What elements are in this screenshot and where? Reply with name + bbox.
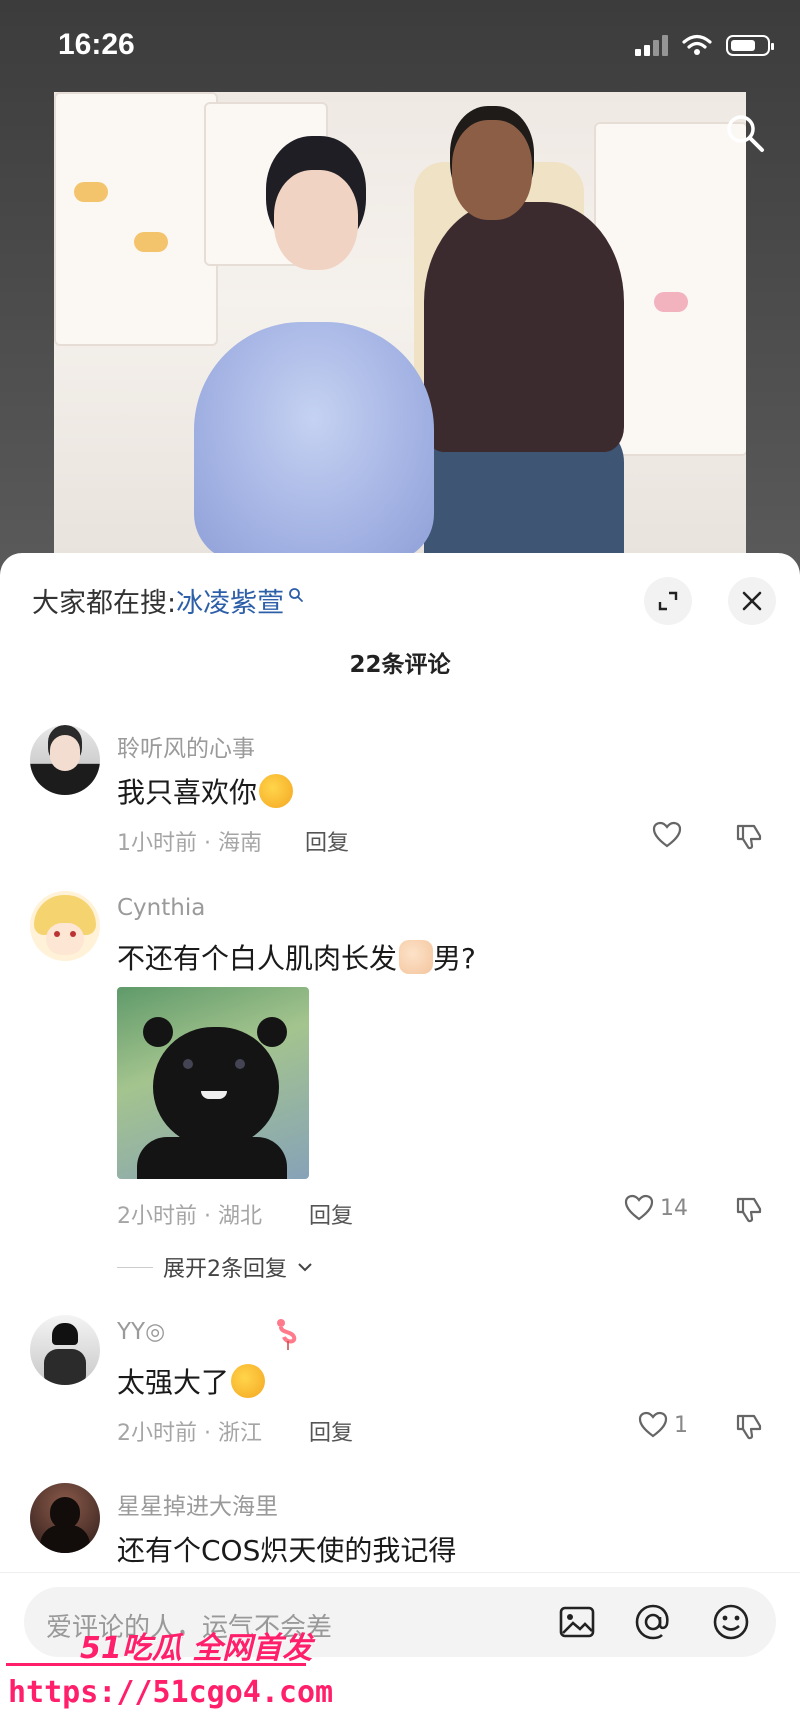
video-frame[interactable] bbox=[54, 92, 746, 554]
expand-replies-button[interactable]: 展开2条回复 bbox=[117, 1251, 313, 1283]
comment-text: 我只喜欢你 bbox=[117, 771, 294, 811]
like-button[interactable]: 1 bbox=[638, 1411, 688, 1439]
comment-item: 星星掉进大海里 还有个COS炽天使的我记得 bbox=[0, 1483, 800, 1583]
comment-item: 聆听风的心事 我只喜欢你 1小时前 · 海南 回复 bbox=[0, 725, 800, 865]
close-button[interactable] bbox=[728, 577, 776, 625]
avatar[interactable] bbox=[30, 1315, 100, 1385]
expand-replies-label: 展开2条回复 bbox=[163, 1257, 287, 1282]
expand-icon bbox=[658, 591, 678, 611]
comment-sticker-image[interactable] bbox=[117, 987, 309, 1179]
like-count: 14 bbox=[660, 1195, 688, 1221]
watermark-underline bbox=[6, 1663, 306, 1666]
crying-laughing-emoji-icon bbox=[231, 1364, 266, 1398]
search-icon bbox=[289, 587, 304, 602]
like-button[interactable]: 14 bbox=[624, 1194, 688, 1222]
search-icon[interactable] bbox=[724, 112, 766, 154]
battery-icon bbox=[726, 34, 774, 56]
signal-icon bbox=[635, 34, 668, 56]
status-icons bbox=[635, 34, 774, 56]
image-icon[interactable] bbox=[556, 1601, 598, 1643]
emoji-icon[interactable] bbox=[710, 1601, 752, 1643]
comment-username[interactable]: 星星掉进大海里 bbox=[117, 1487, 278, 1521]
hot-search-keyword[interactable]: 冰凌紫萱 bbox=[176, 581, 284, 620]
avatar[interactable] bbox=[30, 1483, 100, 1553]
reply-button[interactable]: 回复 bbox=[305, 825, 349, 857]
flexed-biceps-emoji-icon bbox=[399, 940, 434, 974]
avatar[interactable] bbox=[30, 891, 100, 961]
chevron-down-icon bbox=[298, 1263, 312, 1272]
comment-username[interactable]: 聆听风的心事 bbox=[117, 729, 255, 763]
comment-time-location: 2小时前 · 湖北 bbox=[117, 1204, 262, 1229]
heart-icon bbox=[624, 1194, 654, 1221]
comment-text: 还有个COS炽天使的我记得 bbox=[117, 1529, 456, 1569]
comment-username[interactable]: Cynthia bbox=[117, 895, 205, 921]
comment-text-body: 我只喜欢你 bbox=[117, 776, 258, 809]
status-time: 16:26 bbox=[58, 28, 135, 61]
hot-search[interactable]: 大家都在搜: 冰凌紫萱 bbox=[32, 581, 304, 620]
heart-icon bbox=[638, 1411, 668, 1438]
thumbs-down-icon[interactable] bbox=[734, 1411, 764, 1441]
at-icon[interactable] bbox=[632, 1601, 674, 1643]
comment-text: 不还有个白人肌肉长发 男? bbox=[117, 937, 476, 977]
heart-icon bbox=[652, 821, 682, 848]
comments-sheet: 大家都在搜: 冰凌紫萱 22条评论 聆听风的心事 我只喜欢你 1小时前 · 海南… bbox=[0, 553, 800, 1731]
comment-text-body: 不还有个白人肌肉长发 bbox=[117, 942, 398, 975]
comment-time-location: 1小时前 · 海南 bbox=[117, 831, 262, 856]
flamingo-icon bbox=[277, 1319, 297, 1350]
comment-item: YY◎ 太强大了 2小时前 · 浙江 回复 1 bbox=[0, 1315, 800, 1475]
comment-item: Cynthia 不还有个白人肌肉长发 男? 2小时前 · 湖北 回复 14 展开… bbox=[0, 891, 800, 1282]
comment-time-location: 2小时前 · 浙江 bbox=[117, 1421, 262, 1446]
reply-button[interactable]: 回复 bbox=[309, 1415, 353, 1447]
thumbs-down-icon[interactable] bbox=[734, 1194, 764, 1224]
avatar[interactable] bbox=[30, 725, 100, 795]
comment-username[interactable]: YY◎ bbox=[117, 1319, 165, 1345]
watermark-logo: 51吃瓜 全网首发 bbox=[80, 1631, 313, 1666]
comment-text-body: 太强大了 bbox=[117, 1366, 230, 1399]
comment-text: 太强大了 bbox=[117, 1361, 266, 1401]
divider bbox=[117, 1266, 153, 1268]
thumbs-down-icon[interactable] bbox=[734, 821, 764, 851]
shy-emoji-icon bbox=[259, 774, 294, 808]
like-button[interactable] bbox=[652, 821, 688, 849]
status-bar: 16:26 bbox=[0, 0, 800, 90]
wifi-icon bbox=[682, 34, 712, 55]
hot-search-prefix: 大家都在搜: bbox=[32, 588, 177, 619]
expand-button[interactable] bbox=[644, 577, 692, 625]
comment-text-body: 还有个COS炽天使的我记得 bbox=[117, 1534, 457, 1567]
close-icon bbox=[742, 591, 762, 611]
watermark-url: https://51cgo4.com bbox=[8, 1675, 334, 1710]
like-count: 1 bbox=[674, 1412, 688, 1438]
comment-input-bar: 爱评论的人，运气不会差 51吃瓜 全网首发 https://51cgo4.com bbox=[0, 1572, 800, 1732]
comment-text-tail: 男? bbox=[433, 942, 476, 975]
comment-count: 22条评论 bbox=[349, 652, 451, 678]
reply-button[interactable]: 回复 bbox=[309, 1198, 353, 1230]
